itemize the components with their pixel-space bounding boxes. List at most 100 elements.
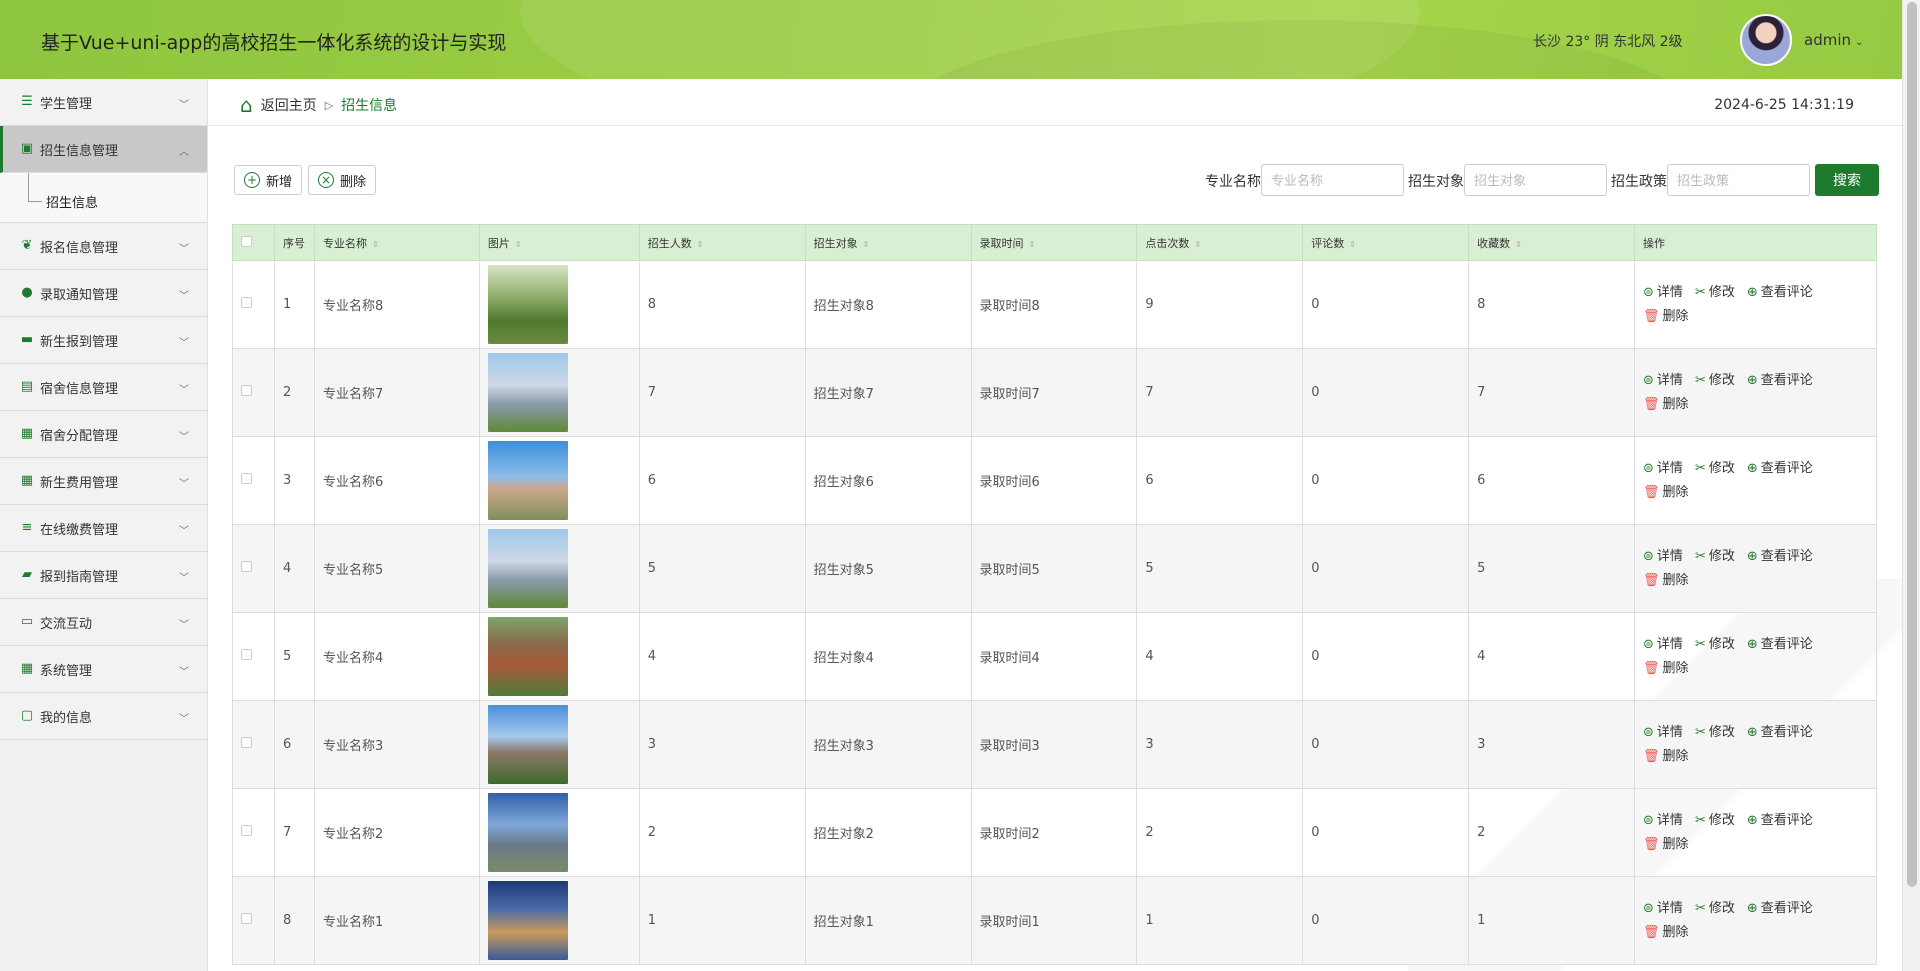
search-input-policy[interactable]: [1667, 164, 1810, 196]
column-header[interactable]: 评论数 ⇕: [1302, 224, 1470, 261]
detail-button[interactable]: ⊜ 详情: [1643, 637, 1683, 652]
sidebar-item[interactable]: ❦ 报名信息管理 ﹀: [0, 223, 207, 270]
delete-button[interactable]: × 删除: [308, 165, 377, 195]
edit-button[interactable]: ✂ 修改: [1695, 373, 1735, 388]
sidebar-subitem[interactable]: 招生信息: [0, 173, 207, 223]
row-checkbox[interactable]: [241, 737, 252, 748]
sidebar-item[interactable]: ▢ 我的信息 ﹀: [0, 693, 207, 740]
detail-button[interactable]: ⊜ 详情: [1643, 725, 1683, 740]
column-header[interactable]: 专业名称 ⇕: [313, 224, 480, 261]
view-comments-button[interactable]: ⊕ 查看评论: [1747, 373, 1813, 388]
sidebar-item[interactable]: ▰ 报到指南管理 ﹀: [0, 552, 207, 599]
sort-icon[interactable]: ⇕: [1515, 240, 1522, 249]
campus-image[interactable]: [487, 881, 568, 960]
campus-image[interactable]: [487, 265, 568, 344]
row-delete-button[interactable]: 🗑 删除: [1643, 397, 1689, 412]
edit-button[interactable]: ✂ 修改: [1695, 725, 1735, 740]
sort-icon[interactable]: ⇕: [697, 240, 704, 249]
sidebar-item[interactable]: ▭ 交流互动 ﹀: [0, 599, 207, 646]
sidebar-item[interactable]: ▦ 宿舍分配管理 ﹀: [0, 411, 207, 458]
sort-icon[interactable]: ⇕: [515, 240, 522, 249]
campus-image[interactable]: [487, 617, 568, 696]
sort-icon[interactable]: ⇕: [863, 240, 870, 249]
view-comments-button[interactable]: ⊕ 查看评论: [1747, 549, 1813, 564]
sidebar-item[interactable]: ▤ 宿舍信息管理 ﹀: [0, 364, 207, 411]
select-all-checkbox[interactable]: [241, 235, 252, 247]
view-comments-button[interactable]: ⊕ 查看评论: [1747, 725, 1813, 740]
search-input-name[interactable]: [1261, 164, 1404, 196]
home-icon[interactable]: ⌂: [240, 93, 253, 117]
sort-icon[interactable]: ⇕: [1349, 240, 1356, 249]
sidebar-item[interactable]: ▬ 新生报到管理 ﹀: [0, 317, 207, 364]
view-comments-button[interactable]: ⊕ 查看评论: [1747, 901, 1813, 916]
column-header[interactable]: 点击次数 ⇕: [1136, 224, 1304, 261]
row-checkbox[interactable]: [241, 473, 252, 484]
view-comments-button[interactable]: ⊕ 查看评论: [1747, 637, 1813, 652]
sidebar-item[interactable]: ● 录取通知管理 ﹀: [0, 270, 207, 317]
row-checkbox[interactable]: [241, 297, 252, 308]
table-row[interactable]: 6 专业名称3 3 招生对象3 录取时间3 3 0 3 ⊜ 详情 ✂ 修改 ⊕ 查看评论 🗑 删除: [232, 700, 1877, 789]
edit-button[interactable]: ✂ 修改: [1695, 637, 1735, 652]
sort-icon[interactable]: ⇕: [372, 240, 379, 249]
view-comments-button[interactable]: ⊕ 查看评论: [1747, 813, 1813, 828]
table-row[interactable]: 7 专业名称2 2 招生对象2 录取时间2 2 0 2 ⊜ 详情 ✂ 修改 ⊕ 查看评论 🗑 删除: [232, 788, 1877, 877]
detail-button[interactable]: ⊜ 详情: [1643, 285, 1683, 300]
detail-button[interactable]: ⊜ 详情: [1643, 461, 1683, 476]
row-checkbox[interactable]: [241, 913, 252, 924]
campus-image[interactable]: [487, 529, 568, 608]
add-button[interactable]: + 新增: [234, 165, 303, 195]
detail-button[interactable]: ⊜ 详情: [1643, 901, 1683, 916]
row-delete-button[interactable]: 🗑 删除: [1643, 661, 1689, 676]
row-checkbox[interactable]: [241, 825, 252, 836]
row-delete-button[interactable]: 🗑 删除: [1643, 749, 1689, 764]
sidebar-item[interactable]: ▦ 系统管理 ﹀: [0, 646, 207, 693]
view-comments-button[interactable]: ⊕ 查看评论: [1747, 285, 1813, 300]
row-checkbox[interactable]: [241, 649, 252, 660]
user-menu[interactable]: admin ⌄: [1804, 31, 1863, 49]
table-row[interactable]: 5 专业名称4 4 招生对象4 录取时间4 4 0 4 ⊜ 详情 ✂ 修改 ⊕ 查看评论 🗑 删除: [232, 612, 1877, 701]
sidebar-item[interactable]: ▦ 新生费用管理 ﹀: [0, 458, 207, 505]
view-comments-button[interactable]: ⊕ 查看评论: [1747, 461, 1813, 476]
table-row[interactable]: 3 专业名称6 6 招生对象6 录取时间6 6 0 6 ⊜ 详情 ✂ 修改 ⊕ 查看评论 🗑 删除: [232, 436, 1877, 525]
campus-image[interactable]: [487, 353, 568, 432]
row-checkbox[interactable]: [241, 561, 252, 572]
campus-image[interactable]: [487, 705, 568, 784]
column-header[interactable]: 收藏数 ⇕: [1468, 224, 1636, 261]
table-row[interactable]: 8 专业名称1 1 招生对象1 录取时间1 1 0 1 ⊜ 详情 ✂ 修改 ⊕ 查看评论 🗑 删除: [232, 876, 1877, 965]
edit-button[interactable]: ✂ 修改: [1695, 813, 1735, 828]
sidebar-item[interactable]: ☰ 学生管理 ﹀: [0, 79, 207, 126]
column-header[interactable]: 招生对象 ⇕: [804, 224, 972, 261]
avatar[interactable]: [1740, 14, 1792, 66]
row-delete-button[interactable]: 🗑 删除: [1643, 309, 1689, 324]
scrollbar-thumb[interactable]: [1907, 2, 1917, 887]
row-delete-button[interactable]: 🗑 删除: [1643, 925, 1689, 940]
edit-button[interactable]: ✂ 修改: [1695, 461, 1735, 476]
column-header[interactable]: 图片 ⇕: [478, 224, 640, 261]
detail-label: 详情: [1656, 636, 1683, 652]
sort-icon[interactable]: ⇕: [1029, 240, 1036, 249]
table-row[interactable]: 4 专业名称5 5 招生对象5 录取时间5 5 0 5 ⊜ 详情 ✂ 修改 ⊕ 查看评论 🗑 删除: [232, 524, 1877, 613]
edit-button[interactable]: ✂ 修改: [1695, 549, 1735, 564]
detail-button[interactable]: ⊜ 详情: [1643, 549, 1683, 564]
row-checkbox[interactable]: [241, 385, 252, 396]
sort-icon[interactable]: ⇕: [1194, 240, 1201, 249]
table-row[interactable]: 1 专业名称8 8 招生对象8 录取时间8 9 0 8 ⊜ 详情 ✂ 修改 ⊕ 查看评论 🗑 删除: [232, 260, 1877, 349]
search-input-target[interactable]: [1464, 164, 1607, 196]
row-delete-button[interactable]: 🗑 删除: [1643, 485, 1689, 500]
campus-image[interactable]: [487, 441, 568, 520]
detail-button[interactable]: ⊜ 详情: [1643, 813, 1683, 828]
row-delete-button[interactable]: 🗑 删除: [1643, 573, 1689, 588]
row-delete-button[interactable]: 🗑 删除: [1643, 837, 1689, 852]
column-header[interactable]: 招生人数 ⇕: [638, 224, 806, 261]
table-row[interactable]: 2 专业名称7 7 招生对象7 录取时间7 7 0 7 ⊜ 详情 ✂ 修改 ⊕ 查看评论 🗑 删除: [232, 348, 1877, 437]
edit-button[interactable]: ✂ 修改: [1695, 901, 1735, 916]
search-button[interactable]: 搜索: [1815, 164, 1879, 196]
edit-button[interactable]: ✂ 修改: [1695, 285, 1735, 300]
detail-button[interactable]: ⊜ 详情: [1643, 373, 1683, 388]
sidebar-item[interactable]: ≡ 在线缴费管理 ﹀: [0, 505, 207, 552]
breadcrumb-home[interactable]: 返回主页: [261, 95, 317, 115]
page-scrollbar[interactable]: [1902, 0, 1920, 971]
column-header[interactable]: 录取时间 ⇕: [970, 224, 1138, 261]
campus-image[interactable]: [487, 793, 568, 872]
sidebar-item[interactable]: ▣ 招生信息管理 ︿: [0, 126, 207, 173]
